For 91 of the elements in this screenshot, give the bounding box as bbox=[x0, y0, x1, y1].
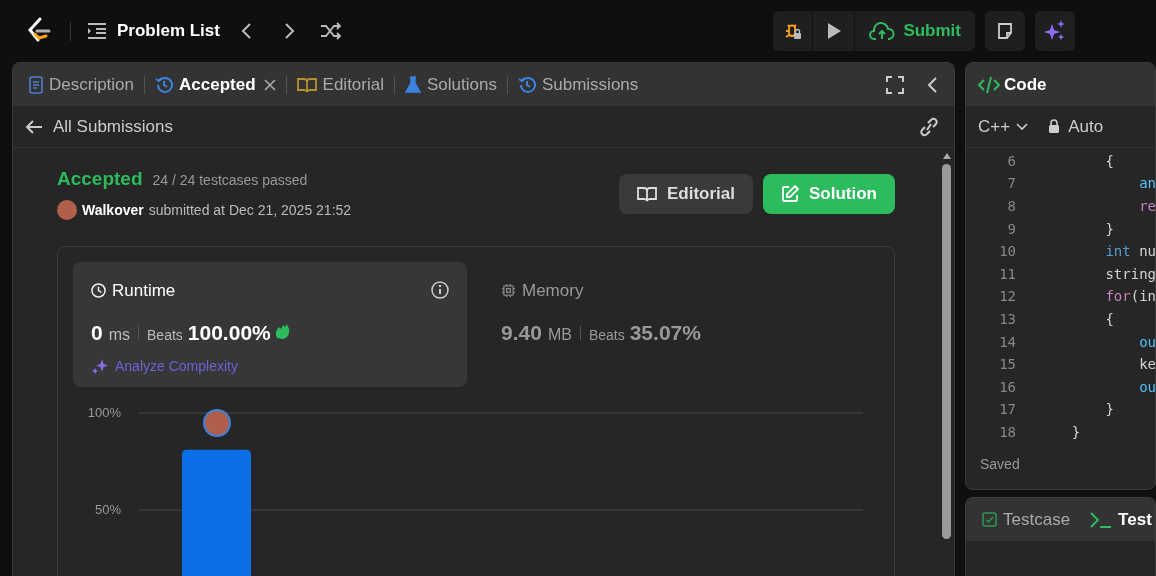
line-number: 8 bbox=[1006, 197, 1016, 216]
code-line: } bbox=[1104, 400, 1114, 420]
code-line: } bbox=[1070, 422, 1081, 442]
memory-unit: MB bbox=[547, 325, 572, 345]
status-text: Accepted bbox=[57, 167, 143, 191]
runtime-unit: ms bbox=[108, 325, 130, 345]
code-line: re bbox=[1138, 197, 1155, 216]
problem-list-link[interactable]: Problem List bbox=[87, 18, 220, 44]
testcases-text: 24 / 24 testcases passed bbox=[152, 171, 308, 190]
code-line: int nu bbox=[1104, 242, 1155, 262]
beats-label: Beats bbox=[147, 326, 183, 345]
submitted-text: submitted at Dec 21, 2025 21:52 bbox=[148, 200, 352, 220]
link-icon[interactable] bbox=[918, 116, 940, 137]
clock-icon bbox=[91, 282, 106, 298]
avatar bbox=[57, 200, 77, 220]
code-line: } bbox=[1104, 219, 1114, 239]
code-line: for(in bbox=[1104, 287, 1155, 307]
history-icon bbox=[155, 75, 174, 94]
document-icon bbox=[29, 75, 43, 94]
tab[interactable]: Accepted bbox=[155, 71, 256, 98]
line-number: 17 bbox=[998, 400, 1016, 420]
save-status: Saved bbox=[979, 455, 1021, 474]
panel-title[interactable]: Code bbox=[1004, 71, 1047, 98]
y-axis-label: 100% bbox=[87, 404, 121, 420]
lock-icon bbox=[1048, 119, 1061, 134]
line-number: 15 bbox=[998, 355, 1016, 375]
tab[interactable]: Testcase bbox=[982, 506, 1071, 533]
line-number: 18 bbox=[998, 422, 1016, 442]
memory-title: Memory bbox=[522, 279, 584, 302]
runtime-card[interactable]: Runtime 0 ms Beats 100.00% Analyze Complexity bbox=[73, 261, 467, 387]
line-number: 14 bbox=[998, 332, 1016, 352]
shuffle-icon[interactable] bbox=[319, 22, 342, 40]
tab[interactable]: Test bbox=[1090, 506, 1152, 533]
line-number: 7 bbox=[1006, 174, 1016, 194]
tab[interactable]: Submissions bbox=[517, 71, 639, 98]
fullscreen-icon[interactable] bbox=[886, 75, 904, 94]
memory-card[interactable]: Memory 9.40 MB Beats 35.07% bbox=[501, 261, 861, 387]
code-line: ke bbox=[1138, 355, 1155, 375]
code-line: ou bbox=[1138, 377, 1155, 397]
language-dropdown[interactable]: C++ bbox=[978, 113, 1029, 140]
collapse-icon[interactable] bbox=[926, 75, 938, 94]
flask-icon bbox=[405, 75, 421, 94]
sparkle-icon bbox=[1044, 20, 1066, 42]
editorial-button[interactable]: Editorial bbox=[619, 174, 753, 214]
line-number: 16 bbox=[998, 377, 1016, 397]
line-number: 10 bbox=[998, 242, 1016, 262]
scroll-up-icon[interactable] bbox=[941, 152, 952, 160]
back-arrow-icon bbox=[25, 118, 43, 135]
note-icon bbox=[996, 22, 1014, 40]
chip-icon bbox=[501, 282, 516, 298]
tab[interactable]: Description bbox=[29, 71, 135, 98]
cloud-upload-icon bbox=[869, 21, 896, 41]
edit-icon bbox=[781, 185, 799, 203]
play-icon bbox=[825, 22, 842, 40]
list-icon bbox=[87, 22, 107, 40]
runtime-value: 0 bbox=[91, 320, 103, 346]
scrollbar-thumb[interactable] bbox=[942, 164, 951, 539]
runtime-title: Runtime bbox=[112, 279, 176, 302]
terminal-icon bbox=[1090, 511, 1113, 528]
code-icon bbox=[978, 75, 1000, 94]
avatar-marker bbox=[203, 408, 231, 437]
close-icon[interactable] bbox=[263, 78, 276, 91]
beats-label: Beats bbox=[588, 326, 625, 345]
chevron-down-icon bbox=[1016, 122, 1029, 131]
history-icon bbox=[517, 75, 536, 94]
code-line: string bbox=[1104, 264, 1155, 284]
line-number: 13 bbox=[998, 309, 1016, 329]
y-axis-label: 50% bbox=[94, 501, 121, 517]
ai-button[interactable] bbox=[1035, 11, 1075, 51]
code-line: { bbox=[1104, 309, 1114, 329]
previous-icon[interactable] bbox=[239, 21, 254, 41]
tab[interactable]: Solutions bbox=[405, 71, 497, 98]
memory-value: 9.40 bbox=[501, 320, 542, 346]
line-number: 12 bbox=[998, 287, 1016, 307]
checkbox-icon bbox=[982, 512, 997, 527]
beats-percent: 35.07% bbox=[629, 320, 701, 346]
line-number: 6 bbox=[1006, 151, 1016, 171]
line-number: 9 bbox=[1006, 219, 1016, 239]
code-line: an bbox=[1138, 174, 1155, 194]
beats-percent: 100.00% bbox=[187, 320, 271, 346]
line-number: 11 bbox=[998, 264, 1016, 284]
username[interactable]: Walkover bbox=[82, 199, 144, 221]
tab[interactable]: Editorial bbox=[296, 71, 384, 98]
book-icon bbox=[637, 186, 657, 202]
info-icon[interactable] bbox=[431, 281, 449, 300]
book-icon bbox=[296, 76, 317, 93]
code-line: ou bbox=[1138, 332, 1155, 352]
notes-button[interactable] bbox=[985, 11, 1025, 51]
auto-mode-toggle[interactable]: Auto bbox=[1048, 113, 1104, 140]
code-line: { bbox=[1104, 151, 1114, 171]
back-link[interactable]: All Submissions bbox=[25, 113, 173, 140]
